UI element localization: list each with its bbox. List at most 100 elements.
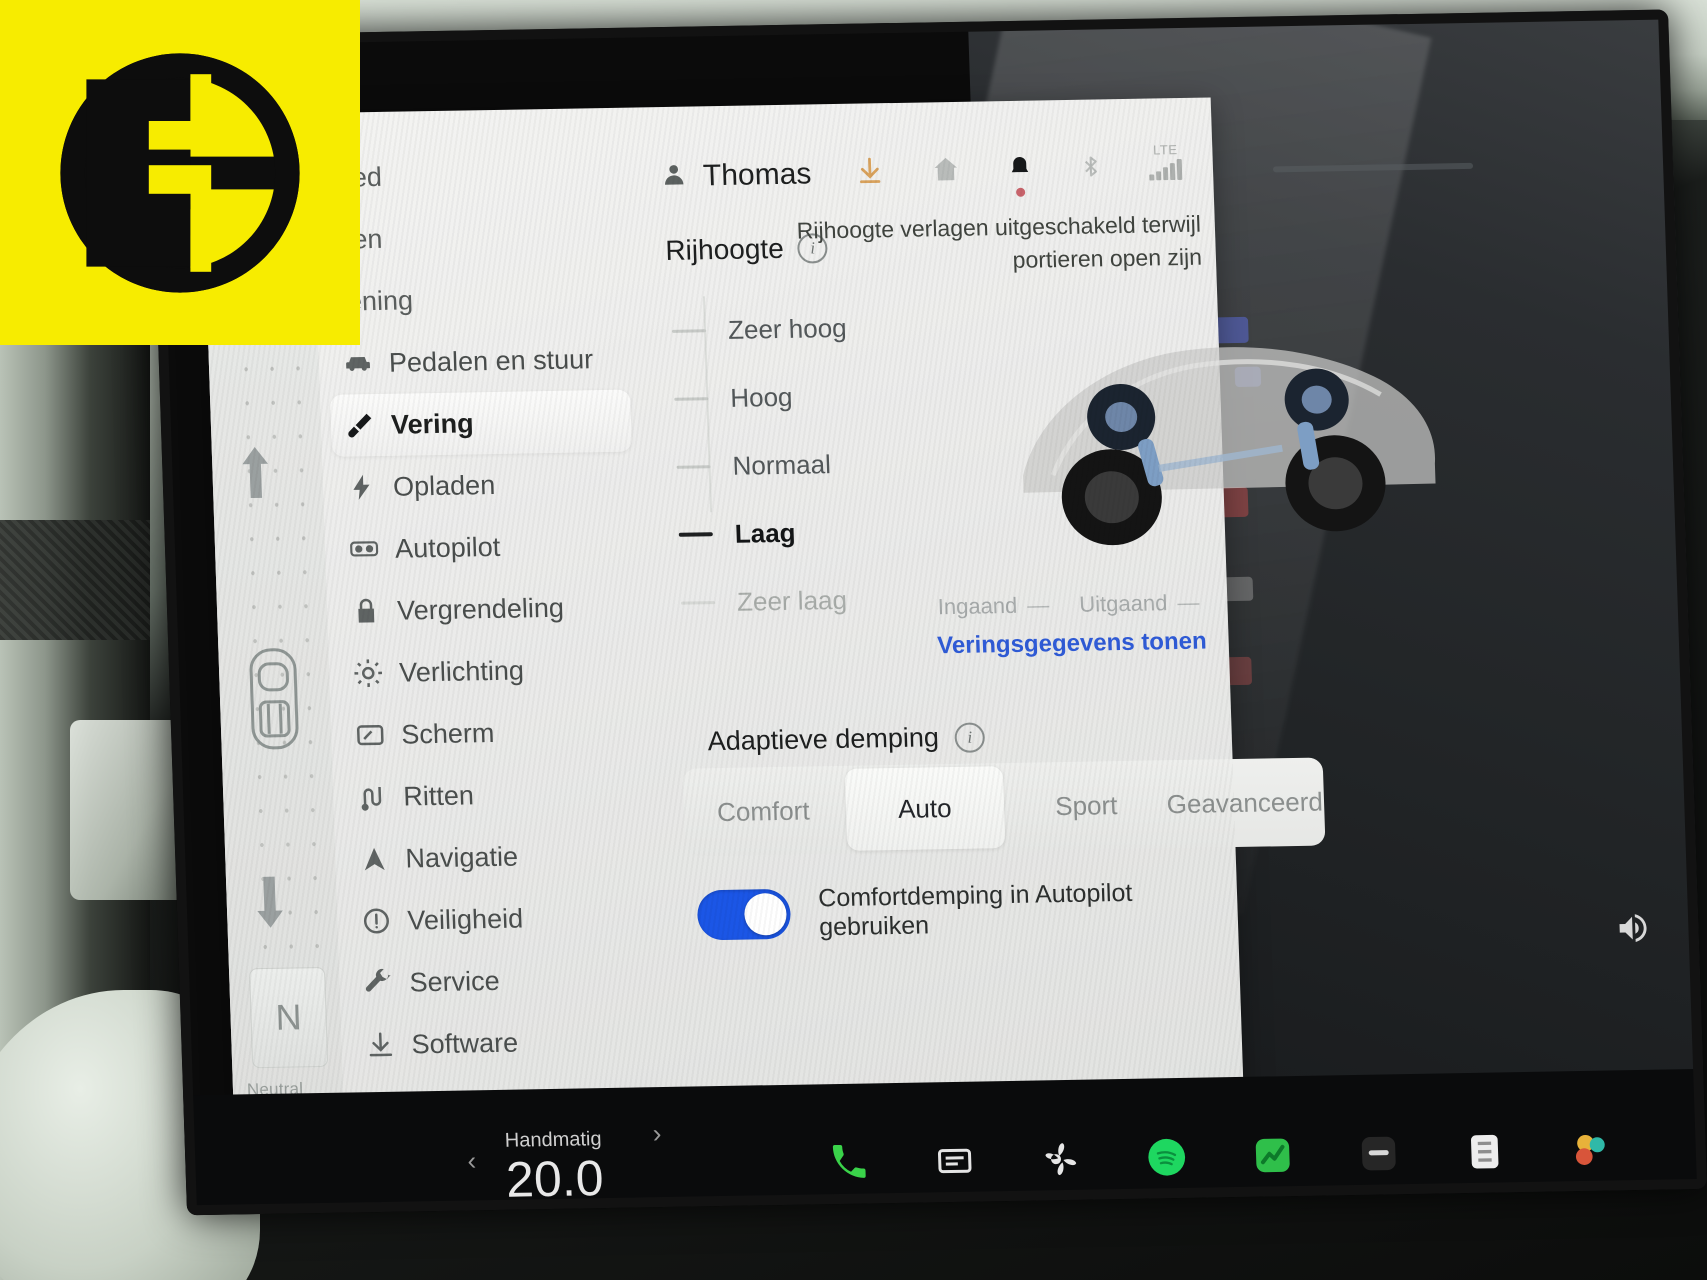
sidebar-item-clipped-1[interactable]: eed: [322, 142, 624, 209]
climate-temperature: 20.0: [505, 1149, 605, 1208]
sidebar-item-label: Software: [411, 1027, 519, 1059]
damper-in: Ingaand —: [937, 592, 1049, 620]
ride-height-options: Zeer hoog Hoog Normaal Laag Zeer laag: [665, 292, 956, 637]
vehicle-suspension-render: [977, 293, 1457, 591]
tick-icon: [678, 532, 713, 537]
sidebar-item-vering[interactable]: Vering: [329, 389, 633, 457]
sidebar-item-autopilot[interactable]: Autopilot: [334, 514, 636, 581]
adaptive-damping-title: Adaptieve demping: [707, 722, 940, 757]
damping-option-geavanceerd[interactable]: Geavanceerd: [1164, 758, 1325, 849]
light-icon: [353, 658, 384, 689]
sidebar-item-label: Pedalen en stuur: [388, 343, 594, 378]
sidebar-item-ritten[interactable]: Ritten: [342, 761, 644, 828]
ride-height-option-hoog[interactable]: Hoog: [667, 360, 949, 433]
ride-height-option-laag[interactable]: Laag: [672, 496, 954, 569]
status-icons: LTE: [854, 142, 1183, 197]
ev-logo: [0, 0, 360, 345]
sidebar-item-service[interactable]: Service: [348, 947, 650, 1014]
home-icon[interactable]: [930, 154, 961, 185]
damping-option-sport[interactable]: Sport: [1006, 760, 1167, 851]
damping-option-auto[interactable]: Auto: [844, 766, 1006, 851]
tick-icon: [672, 328, 707, 333]
avatar-icon: [660, 162, 687, 192]
info-icon[interactable]: i: [954, 721, 986, 753]
sidebar-item-clipped-3[interactable]: iening: [326, 266, 628, 333]
sidebar-item-label: Opladen: [392, 469, 496, 502]
adaptive-damping-title-row: Adaptieve demping i: [707, 721, 986, 757]
profile-chip[interactable]: Thomas: [660, 157, 812, 194]
ride-height-option-zeer-laag: Zeer laag: [674, 564, 956, 637]
comfort-damping-toggle[interactable]: [696, 888, 792, 941]
panel-topbar: Thomas LTE: [660, 138, 1194, 207]
sidebar-item-label: Vering: [390, 407, 475, 440]
damper-values: Ingaand — Uitgaand —: [937, 590, 1199, 621]
ride-height-option-zeer-hoog[interactable]: Zeer hoog: [665, 292, 947, 365]
sidebar-item-vergrendeling[interactable]: Vergrendeling: [336, 575, 638, 642]
fan-icon[interactable]: [1037, 1136, 1085, 1183]
chevron-left-icon[interactable]: ‹: [467, 1145, 477, 1176]
climate-mode: Handmatig: [504, 1127, 602, 1152]
notification-badge: [1016, 187, 1026, 197]
damping-option-comfort[interactable]: Comfort: [683, 766, 844, 857]
damper-in-label: Ingaand: [937, 592, 1018, 620]
phone-icon[interactable]: [825, 1139, 873, 1186]
sidebar-item-opladen[interactable]: Opladen: [332, 452, 634, 519]
sidebar-item-software[interactable]: Software: [351, 1009, 653, 1076]
ride-height-option-normaal[interactable]: Normaal: [669, 428, 951, 501]
screenshot-root: N Neutral eed ken iening: [0, 0, 1707, 1280]
settings-content: Thomas LTE Rijhoogte i Rijhoogte verlage…: [641, 97, 1436, 1106]
touchscreen-wrapper: N Neutral eed ken iening: [148, 9, 1707, 1279]
ride-height-down-icon: [252, 874, 288, 935]
dock-icons: [825, 1126, 1615, 1186]
warning-circle-icon: [361, 906, 392, 937]
calendar-icon[interactable]: [1461, 1128, 1509, 1175]
option-label: Hoog: [729, 381, 793, 413]
sidebar-item-navigatie[interactable]: Navigatie: [344, 823, 646, 890]
sidebar-item-label: Service: [409, 965, 501, 997]
sidebar-item-clipped-2[interactable]: ken: [324, 204, 626, 271]
download-icon[interactable]: [854, 155, 885, 186]
app-color-icon[interactable]: [1567, 1126, 1615, 1173]
bolt-icon: [347, 472, 378, 503]
damper-out: Uitgaand —: [1079, 590, 1200, 618]
tick-icon: [681, 600, 716, 605]
sidebar-item-pedalen-en-stuur[interactable]: Pedalen en stuur: [328, 328, 630, 395]
download-icon: [365, 1030, 396, 1061]
sidebar-item-scherm[interactable]: Scherm: [340, 699, 642, 766]
sidebar-item-verlichting[interactable]: Verlichting: [338, 637, 640, 704]
shock-absorber-icon: [345, 410, 376, 441]
bell-icon[interactable]: [1006, 153, 1033, 197]
sidebar-item-label: Vergrendeling: [396, 592, 565, 626]
spotify-icon[interactable]: [1143, 1134, 1191, 1181]
sidebar-item-label: Verlichting: [398, 654, 525, 688]
gear-indicator: N: [248, 966, 329, 1069]
chevron-right-icon[interactable]: ›: [652, 1118, 662, 1149]
damper-in-value: —: [1026, 592, 1050, 618]
lock-icon: [351, 596, 382, 627]
bluetooth-icon[interactable]: [1078, 151, 1103, 181]
option-label: Normaal: [732, 448, 832, 481]
carbon-trim: [0, 520, 150, 640]
sidebar-item-label: Ritten: [402, 779, 475, 812]
volume-icon[interactable]: [1612, 911, 1653, 951]
lte-signal-icon[interactable]: LTE: [1148, 142, 1183, 181]
app-green-icon[interactable]: [1249, 1132, 1297, 1179]
tick-icon: [674, 396, 709, 401]
sidebar-item-label: Veiligheid: [406, 902, 524, 935]
app-dark-icon[interactable]: [1355, 1130, 1403, 1177]
media-icon[interactable]: [931, 1138, 979, 1185]
sidebar-item-label: Scherm: [400, 717, 495, 750]
ride-height-up-icon: [238, 444, 274, 505]
climate-control[interactable]: Handmatig 20.0: [504, 1127, 605, 1208]
damper-out-label: Uitgaand: [1078, 590, 1168, 617]
lte-label: LTE: [1152, 142, 1178, 158]
profile-name: Thomas: [702, 157, 812, 193]
car-topview-icon: [242, 643, 306, 754]
show-suspension-data-link[interactable]: Veringsgegevens tonen: [937, 628, 1207, 661]
comfort-damping-label: Comfortdemping in Autopilot gebruiken: [817, 878, 1133, 942]
tick-icon: [676, 464, 711, 469]
option-label: Zeer laag: [736, 584, 848, 617]
car-icon: [342, 348, 373, 379]
ride-height-warning: Rijhoogte verlagen uitgeschakeld terwijl…: [796, 210, 1203, 273]
sidebar-item-veiligheid[interactable]: Veiligheid: [346, 885, 648, 952]
